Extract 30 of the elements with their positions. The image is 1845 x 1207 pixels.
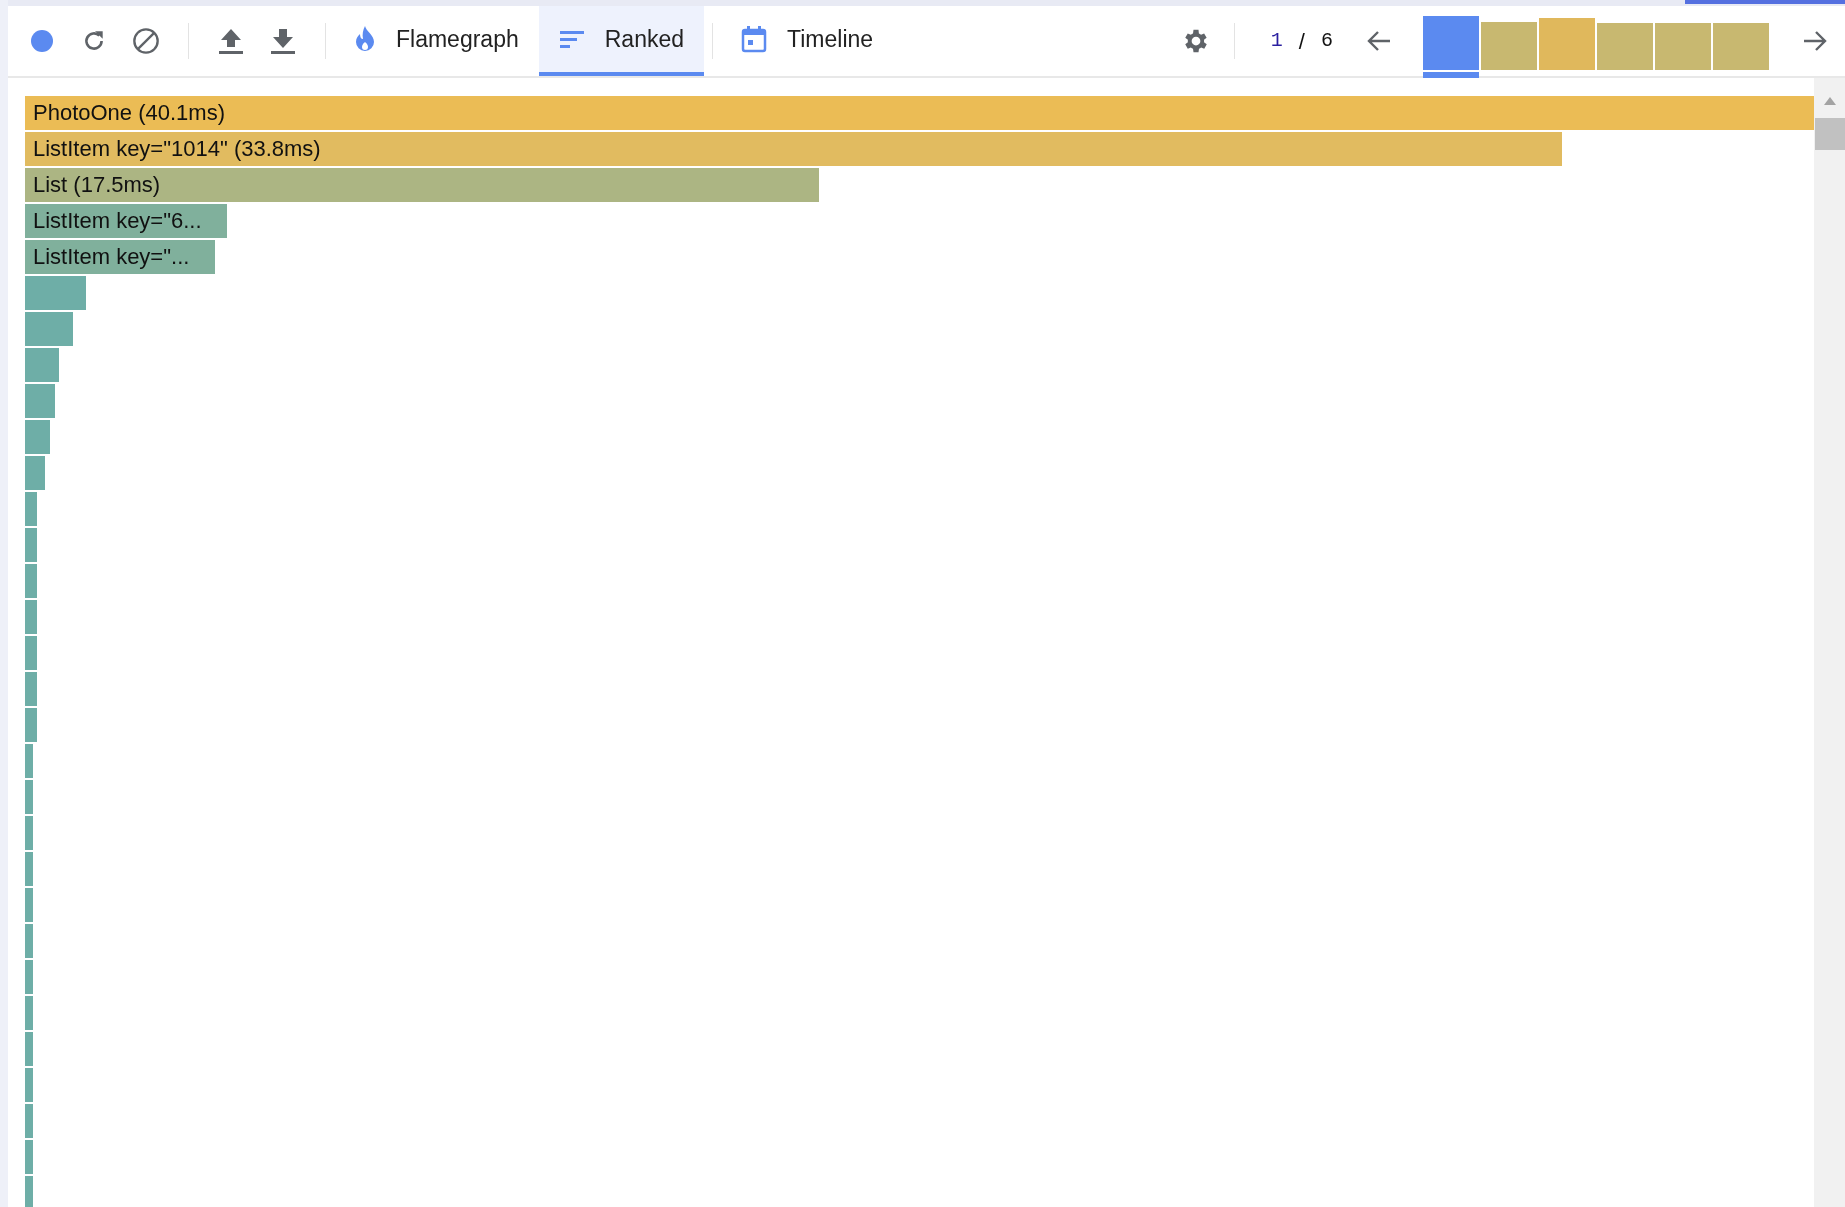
- component-label: ListItem key="6...: [32, 207, 202, 235]
- commit-bar[interactable]: [1539, 18, 1595, 70]
- bar-row[interactable]: ListItem key="6...: [25, 204, 1814, 238]
- commit-bar[interactable]: [1713, 23, 1769, 70]
- bar-row[interactable]: List (17.5ms): [25, 168, 1814, 202]
- commit-index: 1: [1270, 28, 1283, 54]
- commit-separator: /: [1298, 27, 1305, 56]
- ranked-bars-icon: [558, 29, 585, 49]
- commit-bar[interactable]: [1655, 23, 1711, 70]
- flame-icon: [354, 25, 376, 53]
- calendar-icon: [741, 25, 767, 53]
- component-label: ListItem key="1014" (33.8ms): [32, 135, 321, 163]
- scrollbar[interactable]: [1814, 78, 1845, 1207]
- component-label: PhotoOne (40.1ms): [32, 99, 225, 127]
- right-arrow-icon: [1802, 29, 1828, 53]
- scrollbar-thumb[interactable]: [1814, 118, 1845, 150]
- scroll-up-icon[interactable]: [1822, 96, 1837, 106]
- view-tab[interactable]: Timeline: [721, 6, 894, 76]
- component-label: ListItem key="...: [32, 243, 190, 271]
- commit-bar[interactable]: [1481, 22, 1537, 70]
- bar-row[interactable]: ListItem key="1014" (33.8ms): [25, 132, 1814, 166]
- commit-bar[interactable]: [1423, 16, 1479, 70]
- commit-total: 6: [1321, 28, 1333, 54]
- view-tab[interactable]: Ranked: [538, 6, 704, 76]
- left-arrow-icon: [1366, 29, 1392, 53]
- component-label: List (17.5ms): [32, 171, 161, 199]
- commit-bar[interactable]: [1597, 23, 1653, 70]
- view-tab[interactable]: Flamegraph: [334, 6, 539, 76]
- bar-row[interactable]: PhotoOne (40.1ms): [25, 96, 1814, 130]
- bar-row[interactable]: ListItem key="...: [25, 240, 1814, 274]
